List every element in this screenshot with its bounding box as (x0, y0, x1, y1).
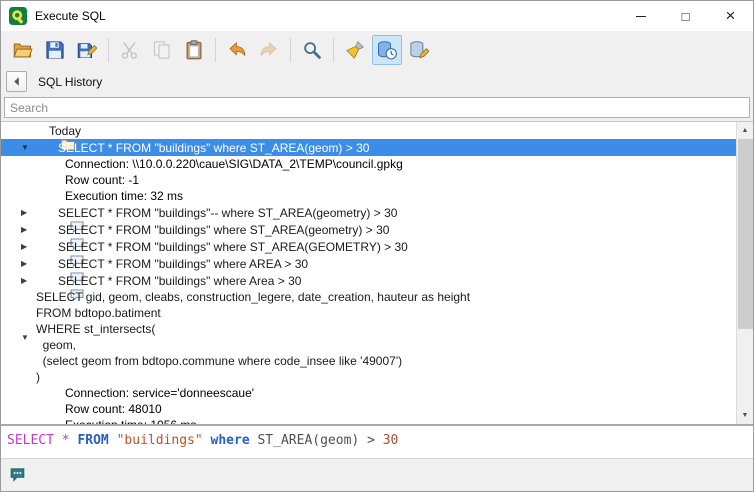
sql-editor[interactable]: SELECT * FROM "buildings" where ST_AREA(… (1, 425, 753, 458)
history-detail-connection: Connection: service='donneescaue' (1, 385, 736, 401)
speech-bubble-icon (36, 205, 53, 221)
cut-button[interactable] (115, 35, 145, 65)
chevron-right-icon[interactable]: ▶ (21, 259, 36, 268)
chevron-down-icon[interactable]: ▼ (21, 143, 36, 152)
copy-button[interactable] (147, 35, 177, 65)
open-file-button[interactable] (8, 35, 38, 65)
execute-sql-window: Execute SQL □ × (0, 0, 754, 492)
copy-icon (152, 40, 172, 60)
minimize-button[interactable] (618, 1, 663, 31)
search-row (1, 95, 753, 121)
history-sql-text: SELECT * FROM "buildings" where ST_AREA(… (58, 240, 408, 254)
speech-bubble-icon (36, 140, 53, 156)
history-sql-text: SELECT * FROM "buildings" where ST_AREA(… (58, 141, 369, 155)
scrollbar-thumb[interactable] (738, 139, 753, 329)
history-item-selected[interactable]: ▼ SELECT * FROM "buildings" where ST_ARE… (1, 139, 736, 156)
toolbar-separator (333, 38, 334, 62)
close-button[interactable]: × (708, 1, 753, 31)
execute-query-button[interactable] (404, 35, 434, 65)
sql-editor-line: SELECT * FROM "buildings" where ST_AREA(… (7, 433, 398, 448)
history-sql-text: SELECT * FROM "buildings"-- where ST_ARE… (58, 206, 397, 220)
toolbar-separator (108, 38, 109, 62)
history-detail-time: Execution time: 32 ms (1, 188, 736, 204)
history-item[interactable]: ▶ SELECT * FROM "buildings"-- where ST_A… (1, 204, 736, 221)
history-item[interactable]: ▶ SELECT * FROM "buildings" where ST_ARE… (1, 238, 736, 255)
scroll-up-icon[interactable]: ▲ (737, 122, 753, 139)
database-pencil-icon (409, 40, 429, 60)
undo-arrow-icon (227, 40, 247, 60)
history-tree-content: Today ▼ SELECT * FROM "buildings" where … (1, 122, 736, 424)
bottom-bar (1, 458, 753, 491)
panel-header: SQL History (1, 68, 753, 95)
history-item[interactable]: ▶ SELECT * FROM "buildings" where AREA >… (1, 255, 736, 272)
qgis-logo-icon (9, 7, 27, 25)
history-sql-text: SELECT * FROM "buildings" where ST_AREA(… (58, 223, 389, 237)
history-item-expanded[interactable]: ▼ SELECT gid, geom, cleabs, construction… (1, 289, 736, 385)
speech-bubble-icon (36, 239, 53, 255)
history-tree: Today ▼ SELECT * FROM "buildings" where … (1, 121, 753, 425)
find-button[interactable] (297, 35, 327, 65)
save-icon (45, 40, 65, 60)
history-detail-rowcount: Row count: 48010 (1, 401, 736, 417)
history-item[interactable]: ▶ SELECT * FROM "buildings" where Area >… (1, 272, 736, 289)
save-as-button[interactable] (72, 35, 102, 65)
folder-icon (27, 123, 44, 139)
history-detail-time: Execution time: 1056 ms (1, 417, 736, 424)
folder-open-icon (13, 40, 33, 60)
toolbar (1, 31, 753, 68)
paste-button[interactable] (179, 35, 209, 65)
speech-bubble-icon (36, 222, 53, 238)
chevron-right-icon[interactable]: ▶ (21, 225, 36, 234)
speech-bubble-icon (36, 273, 53, 289)
save-button[interactable] (40, 35, 70, 65)
chevron-right-icon[interactable]: ▶ (21, 208, 36, 217)
broom-icon (345, 40, 365, 60)
scroll-down-icon[interactable]: ▼ (737, 407, 753, 424)
back-button[interactable] (6, 71, 27, 92)
panel-title: SQL History (38, 75, 102, 89)
history-sql-text: SELECT * FROM "buildings" where Area > 3… (58, 274, 301, 288)
history-sql-text: SELECT * FROM "buildings" where AREA > 3… (58, 257, 308, 271)
clear-button[interactable] (340, 35, 370, 65)
chevron-right-icon[interactable]: ▶ (21, 276, 36, 285)
title-bar: Execute SQL □ × (1, 1, 753, 31)
chevron-left-icon (11, 76, 22, 87)
speech-bubble-dots-icon (9, 466, 26, 483)
history-item[interactable]: ▶ SELECT * FROM "buildings" where ST_ARE… (1, 221, 736, 238)
undo-button[interactable] (222, 35, 252, 65)
save-as-icon (77, 40, 97, 60)
redo-arrow-icon (259, 40, 279, 60)
sql-history-button[interactable] (372, 35, 402, 65)
window-title: Execute SQL (35, 9, 106, 23)
maximize-button[interactable]: □ (663, 1, 708, 31)
chevron-down-icon[interactable]: ▼ (21, 333, 36, 342)
history-detail-connection: Connection: \\10.0.0.220\caue\SIG\DATA_2… (1, 156, 736, 172)
toolbar-separator (290, 38, 291, 62)
redo-button[interactable] (254, 35, 284, 65)
vertical-scrollbar[interactable]: ▲ ▼ (736, 122, 753, 424)
database-clock-icon (377, 40, 397, 60)
speech-bubble-icon (36, 256, 53, 272)
tree-group-today[interactable]: Today (1, 122, 736, 139)
minimize-icon (636, 16, 646, 17)
search-input[interactable] (4, 97, 750, 118)
clipboard-icon (184, 40, 204, 60)
scissors-icon (120, 40, 140, 60)
history-sql-multiline: SELECT gid, geom, cleabs, construction_l… (36, 289, 470, 385)
toolbar-separator (215, 38, 216, 62)
magnifier-icon (302, 40, 322, 60)
history-detail-rowcount: Row count: -1 (1, 172, 736, 188)
chevron-right-icon[interactable]: ▶ (21, 242, 36, 251)
tree-group-label: Today (49, 124, 81, 138)
